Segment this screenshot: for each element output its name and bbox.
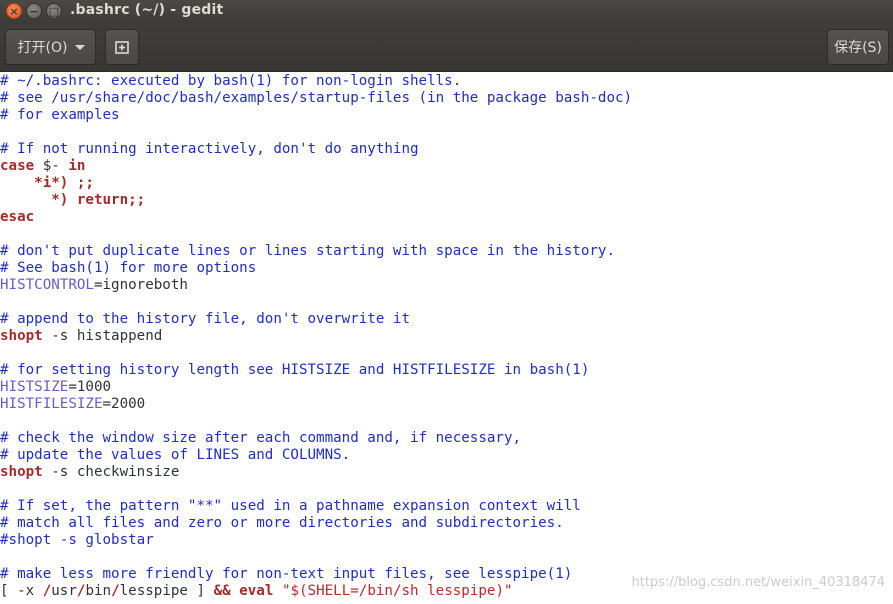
toolbar: 打开(O) 保存(S) bbox=[0, 24, 893, 72]
code-line: ​ bbox=[0, 124, 632, 141]
code-line: ​ bbox=[0, 345, 632, 362]
code-line: # See bash(1) for more options bbox=[0, 260, 632, 277]
code-line: ​ bbox=[0, 226, 632, 243]
code-line: # match all files and zero or more direc… bbox=[0, 515, 632, 532]
code-line: # If set, the pattern "**" used in a pat… bbox=[0, 498, 632, 515]
code-token: "$(SHELL=/bin/sh lesspipe)" bbox=[281, 583, 513, 599]
code-line: # for examples bbox=[0, 107, 632, 124]
code-line: # check the window size after each comma… bbox=[0, 430, 632, 447]
code-token: HISTSIZE bbox=[0, 379, 69, 395]
code-token: bin bbox=[85, 583, 112, 599]
text-editor[interactable]: # ~/.bashrc: executed by bash(1) for non… bbox=[0, 72, 893, 604]
new-document-button[interactable] bbox=[105, 29, 139, 65]
code-token: && bbox=[213, 583, 231, 599]
code-token: =2000 bbox=[102, 396, 146, 412]
code-token: esac bbox=[0, 209, 35, 225]
code-line: shopt -s histappend bbox=[0, 328, 632, 345]
code-line: # see /usr/share/doc/bash/examples/start… bbox=[0, 90, 632, 107]
title-bar: × − □ .bashrc (~/) - gedit bbox=[0, 0, 893, 24]
code-line: #shopt -s globstar bbox=[0, 532, 632, 549]
window-controls: × − □ bbox=[6, 3, 62, 19]
window-title: .bashrc (~/) - gedit bbox=[70, 2, 224, 18]
code-line: ​ bbox=[0, 549, 632, 566]
save-button[interactable]: 保存(S) bbox=[827, 29, 889, 65]
code-line: ​ bbox=[0, 413, 632, 430]
chevron-down-icon bbox=[75, 45, 86, 50]
code-line: case $- in bbox=[0, 158, 632, 175]
code-token: $- bbox=[34, 158, 69, 174]
code-token: usr bbox=[51, 583, 77, 599]
code-token: =ignoreboth bbox=[93, 277, 188, 293]
code-token: shopt bbox=[0, 328, 43, 344]
open-button-label: 打开(O) bbox=[17, 40, 68, 56]
code-token: # match all files and zero or more direc… bbox=[0, 515, 564, 531]
code-token: =1000 bbox=[68, 379, 112, 395]
save-button-label: 保存(S) bbox=[834, 40, 882, 56]
code-line: esac bbox=[0, 209, 632, 226]
code-token: HISTFILESIZE bbox=[0, 396, 103, 412]
code-token: eval bbox=[239, 583, 274, 599]
code-token: ;; bbox=[128, 192, 146, 208]
code-token: case bbox=[0, 158, 35, 174]
code-token: # for examples bbox=[0, 107, 120, 123]
code-token: -s histappend bbox=[42, 328, 163, 344]
watermark: https://blog.csdn.net/weixin_40318474 bbox=[631, 575, 885, 590]
code-token: # If not running interactively, don't do… bbox=[0, 141, 419, 157]
close-window-button[interactable]: × bbox=[6, 3, 22, 19]
code-token: #shopt -s globstar bbox=[0, 532, 154, 548]
code-line: # append to the history file, don't over… bbox=[0, 311, 632, 328]
code-line: ​ bbox=[0, 481, 632, 498]
code-token: shopt bbox=[0, 464, 43, 480]
code-line: HISTSIZE=1000 bbox=[0, 379, 632, 396]
code-token: return bbox=[76, 192, 129, 208]
code-token: # see /usr/share/doc/bash/examples/start… bbox=[0, 90, 633, 106]
code-token: # make less more friendly for non-text i… bbox=[0, 566, 573, 582]
code-token: lesspipe ] bbox=[119, 583, 214, 599]
code-token: HISTCONTROL bbox=[0, 277, 94, 293]
code-token: in bbox=[68, 158, 86, 174]
code-line: # ~/.bashrc: executed by bash(1) for non… bbox=[0, 73, 632, 90]
maximize-window-button[interactable]: □ bbox=[46, 3, 62, 19]
code-token: *) bbox=[51, 192, 77, 208]
code-token: / bbox=[111, 583, 120, 599]
code-token: # append to the history file, don't over… bbox=[0, 311, 410, 327]
code-line: HISTCONTROL=ignoreboth bbox=[0, 277, 632, 294]
code-line: # update the values of LINES and COLUMNS… bbox=[0, 447, 632, 464]
code-line: ​ bbox=[0, 294, 632, 311]
new-document-icon bbox=[115, 41, 129, 54]
code-line: *) return;; bbox=[0, 192, 632, 209]
code-line: HISTFILESIZE=2000 bbox=[0, 396, 632, 413]
open-button[interactable]: 打开(O) bbox=[5, 29, 96, 65]
code-view[interactable]: # ~/.bashrc: executed by bash(1) for non… bbox=[0, 73, 632, 600]
code-token: # ~/.bashrc: executed by bash(1) for non… bbox=[0, 73, 462, 89]
code-token: / bbox=[42, 583, 52, 599]
code-line: *i*) ;; bbox=[0, 175, 632, 192]
code-line: [ -x /usr/bin/lesspipe ] && eval "$(SHEL… bbox=[0, 583, 632, 600]
code-token: # update the values of LINES and COLUMNS… bbox=[0, 447, 351, 463]
code-token: *i*) ;; bbox=[34, 175, 94, 191]
code-token: # for setting history length see HISTSIZ… bbox=[0, 362, 590, 378]
code-line: shopt -s checkwinsize bbox=[0, 464, 632, 481]
code-line: # If not running interactively, don't do… bbox=[0, 141, 632, 158]
code-token: # don't put duplicate lines or lines sta… bbox=[0, 243, 615, 259]
minimize-window-button[interactable]: − bbox=[26, 3, 42, 19]
code-token: -s checkwinsize bbox=[42, 464, 180, 480]
code-line: # make less more friendly for non-text i… bbox=[0, 566, 632, 583]
code-line: # don't put duplicate lines or lines sta… bbox=[0, 243, 632, 260]
code-token: # See bash(1) for more options bbox=[0, 260, 257, 276]
code-token: # If set, the pattern "**" used in a pat… bbox=[0, 498, 581, 514]
code-token: # check the window size after each comma… bbox=[0, 430, 522, 446]
code-line: # for setting history length see HISTSIZ… bbox=[0, 362, 632, 379]
code-token: [ -x bbox=[0, 583, 43, 599]
